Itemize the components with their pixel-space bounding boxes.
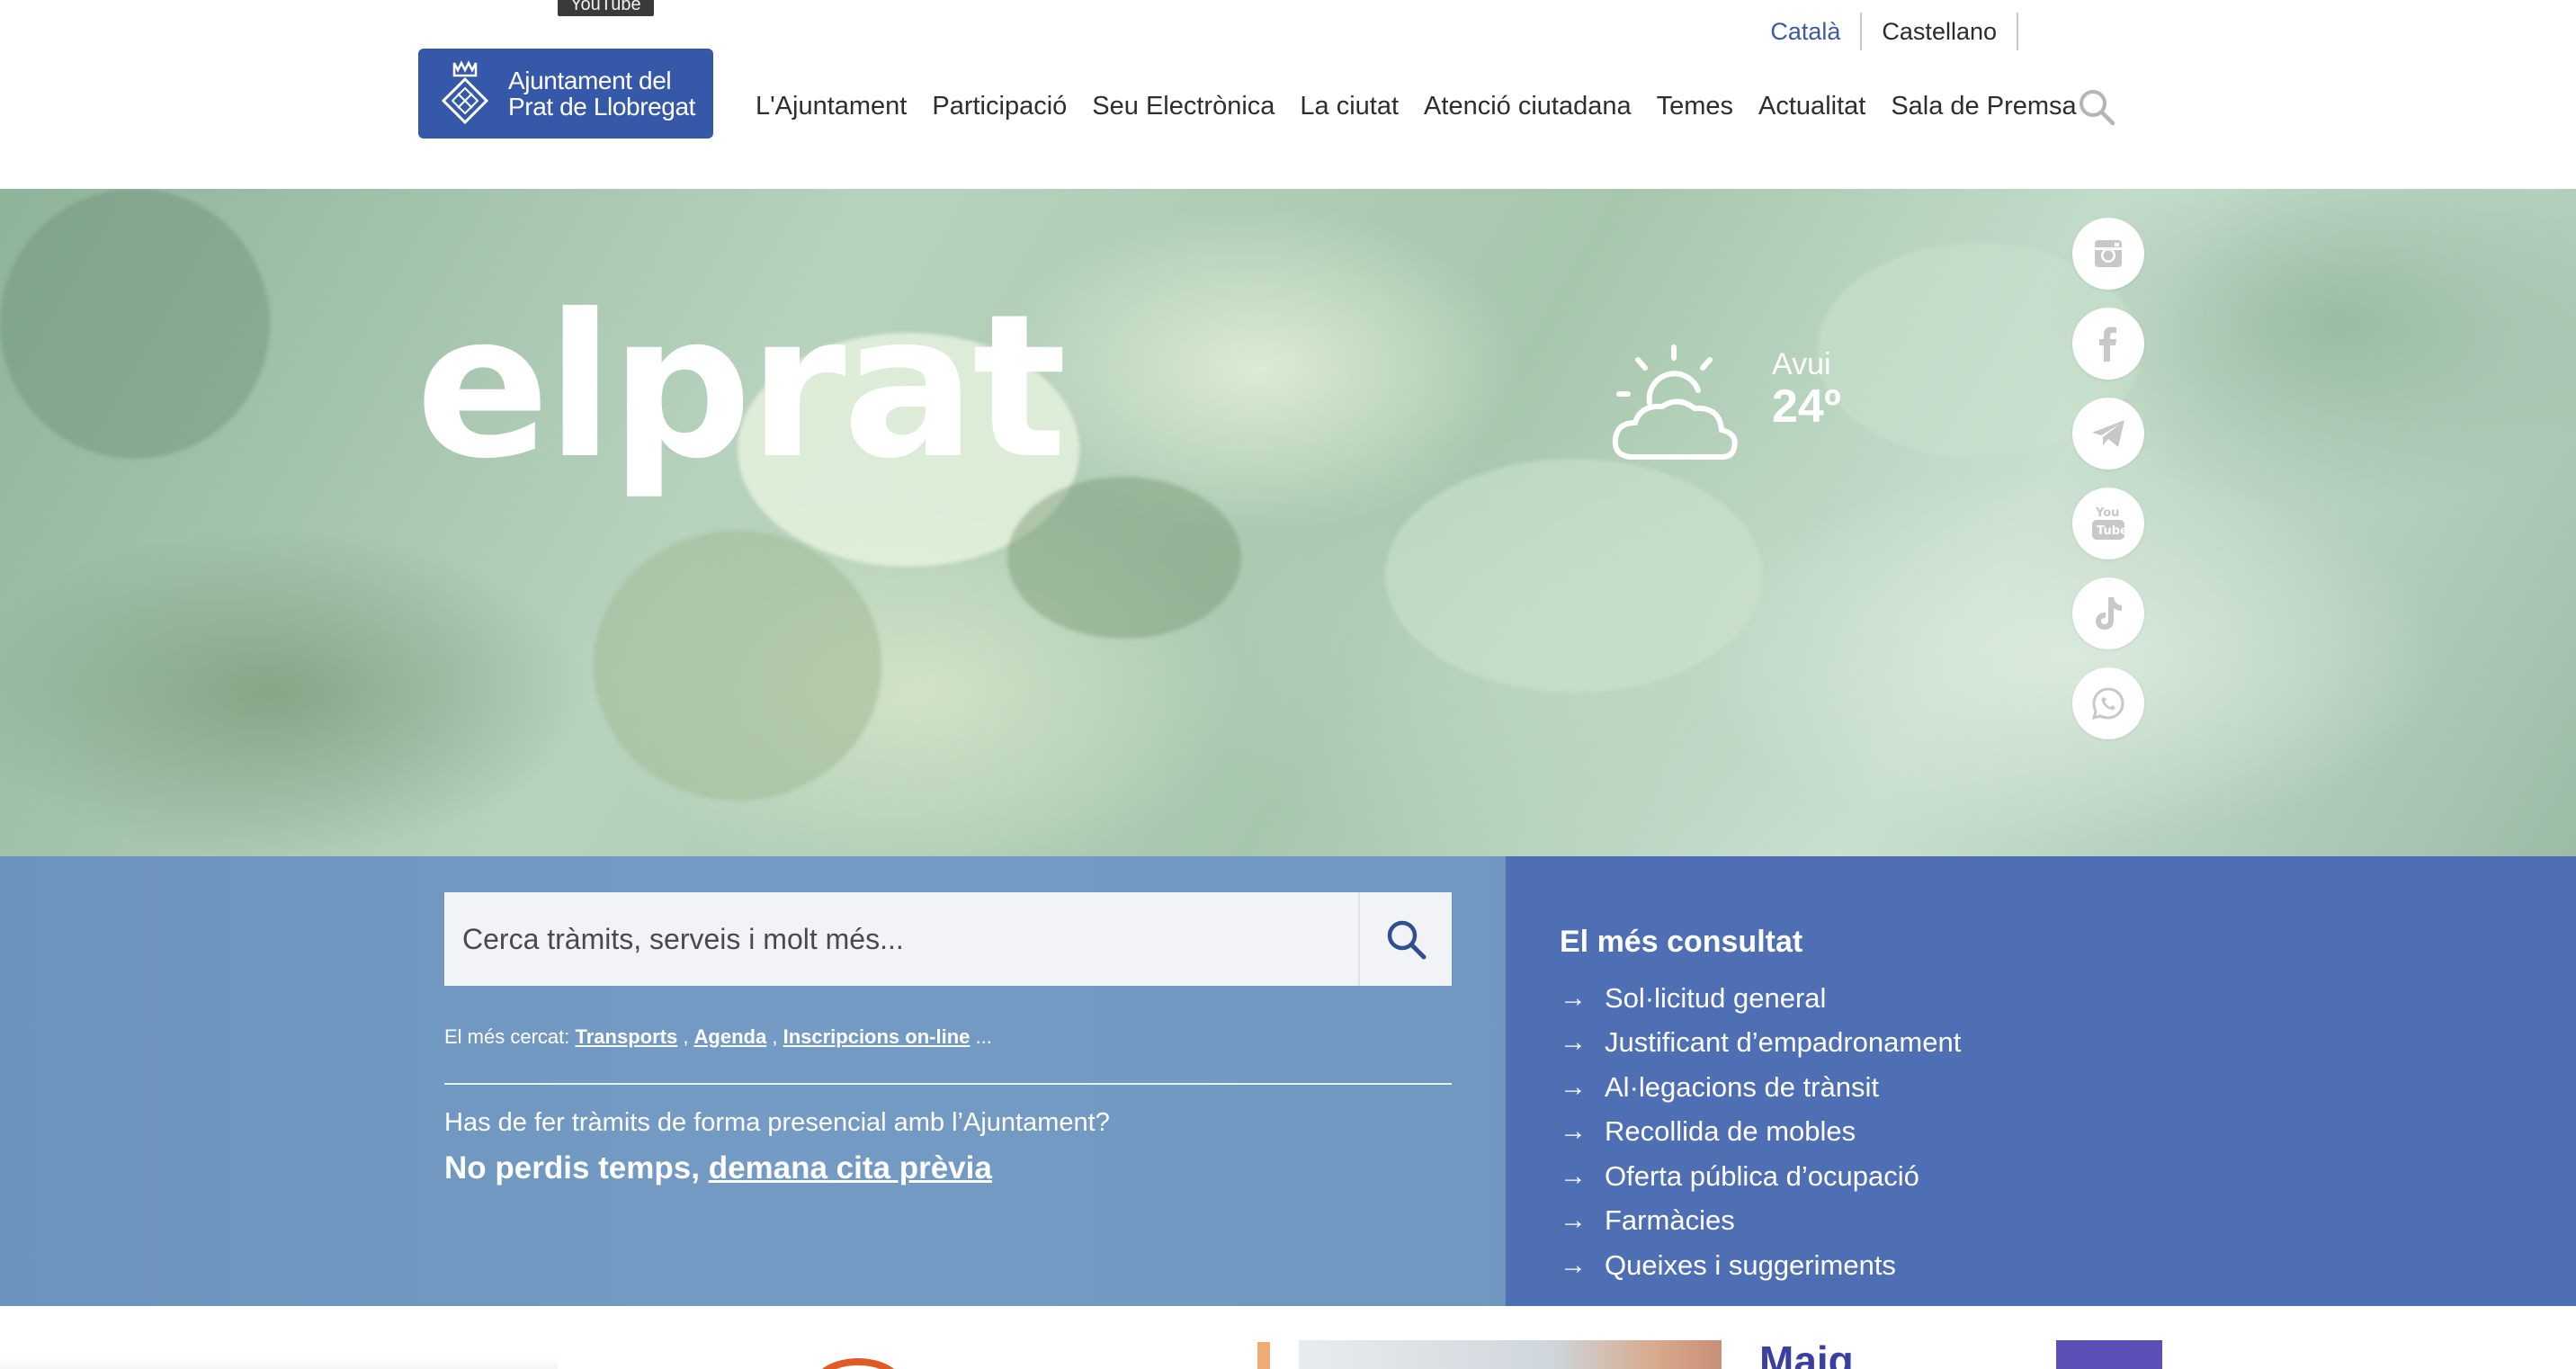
most-consulted-list: → Sol·licitud general → Justificant d’empa… [1560,976,2576,1306]
list-item-label: Farmàcies [1605,1204,1735,1237]
site-search-submit[interactable] [1358,892,1452,986]
appointment-cta: No perdis temps, demana cita prèvia [444,1150,1452,1186]
nav-item-participacio[interactable]: Participació [919,86,1079,126]
strip-shadow [0,1356,558,1369]
social-facebook[interactable] [2072,308,2144,380]
hero-texture [0,189,270,459]
banner-photo[interactable] [1299,1340,1722,1369]
banner-orange-logo[interactable] [813,1358,903,1369]
social-youtube[interactable]: You Tube [2072,488,2144,559]
facebook-icon [2099,327,2116,362]
tiktok-icon [2096,597,2122,630]
nav-item-sala-de-premsa[interactable]: Sala de Premsa [1878,86,2089,126]
site-logo[interactable]: Ajuntament del Prat de Llobregat [418,49,713,139]
main-navigation: L'Ajuntament Participació Seu Electrònic… [743,86,2089,126]
list-item-label: Al·legacions de trànsit [1605,1070,1879,1103]
hero-texture [1385,459,1763,693]
weather-temperature: 24º [1772,380,1841,433]
hero-texture [594,531,881,801]
lang-divider [2017,13,2018,50]
svg-text:Tube: Tube [2097,524,2126,538]
search-section: El més cercat: Transports , Agenda , Ins… [0,856,2576,1306]
search-column: El més cercat: Transports , Agenda , Ins… [444,892,1452,1186]
list-item[interactable]: → Al·legacions de trànsit [1560,1065,2576,1110]
nav-item-actualitat[interactable]: Actualitat [1746,86,1878,126]
list-item[interactable]: → Recollida de mobles [1560,1110,2576,1155]
most-searched-link[interactable]: Inscripcions on-line [783,1025,970,1048]
arrow-right-icon: → [1560,1249,1587,1280]
lang-castellano[interactable]: Castellano [1860,13,2017,50]
weather-widget: Avui 24º [1606,340,1841,466]
list-item[interactable]: → Sol·licitud general [1560,976,2576,1021]
header-search-button[interactable] [2076,86,2117,128]
tooltip: YouTube [558,0,654,16]
list-item-label: Queixes i suggeriments [1605,1248,1896,1281]
arrow-right-icon: → [1560,1071,1587,1102]
social-whatsapp[interactable] [2072,667,2144,739]
social-instagram[interactable] [2072,218,2144,290]
list-item[interactable]: → [1560,1288,2576,1306]
banner-orange-edge [1257,1342,1270,1369]
list-item-label: Recollida de mobles [1605,1115,1856,1148]
most-consulted-panel: El més consultat → Sol·licitud general → J… [1506,856,2576,1306]
most-searched-ellipsis: ... [975,1025,992,1048]
list-item[interactable]: → Farmàcies [1560,1199,2576,1244]
youtube-icon: You Tube [2092,506,2126,540]
list-item-label: Sol·licitud general [1605,981,1827,1014]
appointment-link[interactable]: demana cita prèvia [709,1150,992,1186]
social-links: You Tube [2072,218,2144,739]
site-search-input[interactable] [444,892,1358,986]
banner-purple[interactable] [2056,1340,2162,1369]
list-item[interactable]: → Oferta pública d’ocupació [1560,1154,2576,1199]
site-search-form [444,892,1452,986]
site-header: YouTube Català Castellano Ajuntament del… [0,0,2576,189]
whatsapp-icon [2091,687,2124,720]
nav-item-atencio-ciutadana[interactable]: Atenció ciutadana [1411,86,1644,126]
arrow-right-icon: → [1560,1160,1587,1191]
weather-day: Avui [1772,347,1831,381]
hero-brand-title: elprat [416,272,1067,502]
most-searched-label: El més cercat: [444,1025,570,1048]
appointment-lead: No perdis temps, [444,1150,700,1186]
weather-text: Avui 24º [1772,347,1841,432]
arrow-right-icon: → [1560,982,1587,1013]
lang-catala[interactable]: Català [1750,13,1860,50]
search-icon [1387,920,1427,960]
nav-item-ajuntament[interactable]: L'Ajuntament [743,86,919,126]
section-divider [444,1083,1452,1085]
most-searched-link[interactable]: Agenda [694,1025,767,1048]
list-item[interactable]: → Justificant d’empadronament [1560,1021,2576,1066]
most-searched: El més cercat: Transports , Agenda , Ins… [444,1025,992,1048]
most-consulted-title: El més consultat [1560,925,1803,959]
nav-item-temes[interactable]: Temes [1644,86,1746,126]
coat-of-arms-icon [441,60,489,125]
arrow-right-icon: → [1560,1116,1587,1147]
instagram-icon [2095,240,2122,267]
banner-strip: Maig [0,1306,2576,1369]
svg-text:You: You [2095,506,2119,520]
telegram-icon [2092,420,2124,447]
nav-item-la-ciutat[interactable]: La ciutat [1287,86,1411,126]
nav-item-seu-electronica[interactable]: Seu Electrònica [1079,86,1287,126]
logo-line-2: Prat de Llobregat [508,93,696,121]
language-switcher: Català Castellano [1750,13,2018,50]
logo-text: Ajuntament del Prat de Llobregat [508,67,695,120]
arrow-right-icon: → [1560,1205,1587,1236]
banner-maig[interactable]: Maig [1759,1338,1854,1369]
search-icon [2080,90,2115,126]
list-item-label: Oferta pública d’ocupació [1605,1159,1919,1192]
appointment-question: Has de fer tràmits de forma presencial a… [444,1108,1110,1137]
most-searched-link[interactable]: Transports [576,1025,678,1048]
arrow-right-icon: → [1560,1294,1587,1306]
hero-banner: elprat Avui 24º You Tube [0,189,2576,856]
social-tiktok[interactable] [2072,577,2144,649]
logo-line-1: Ajuntament del [508,67,672,94]
list-item-label: Justificant d’empadronament [1605,1026,1962,1059]
social-telegram[interactable] [2072,398,2144,470]
partly-cloudy-icon [1612,344,1738,460]
list-item[interactable]: → Queixes i suggeriments [1560,1243,2576,1288]
arrow-right-icon: → [1560,1027,1587,1058]
